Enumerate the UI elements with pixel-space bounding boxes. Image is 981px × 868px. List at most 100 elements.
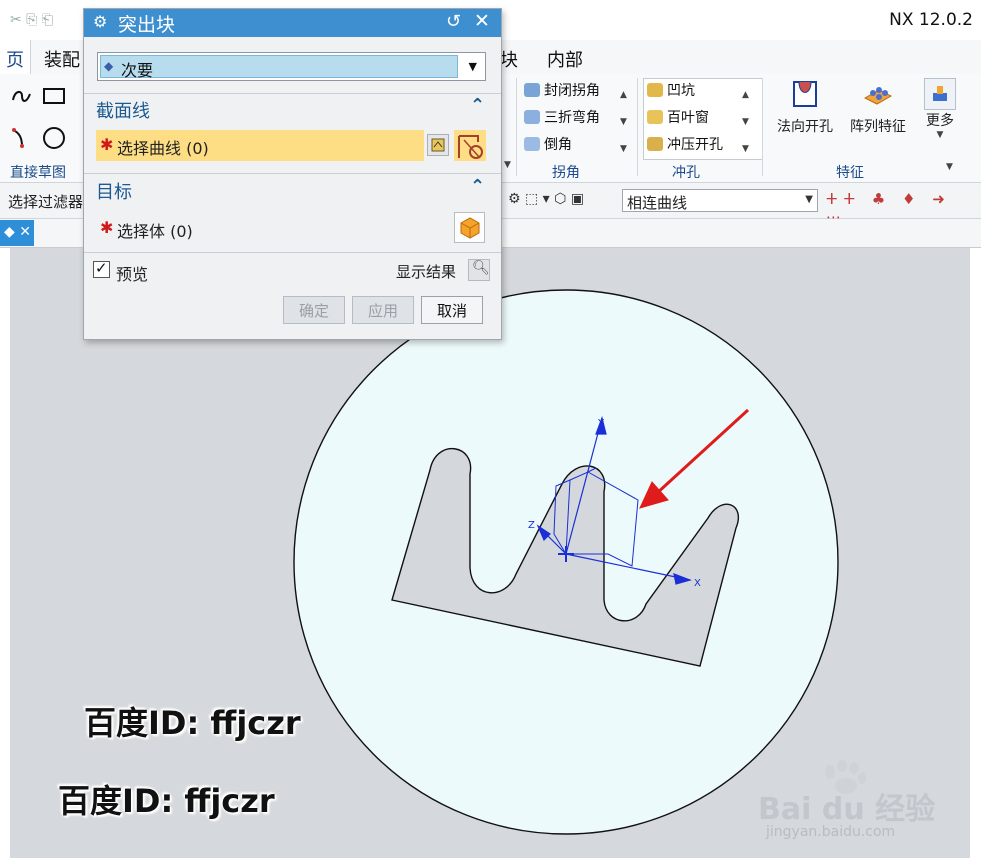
louver-icon	[647, 110, 663, 124]
brand-url: jingyan.baidu.com	[766, 824, 896, 840]
document-tab[interactable]: ◆ ✕	[0, 220, 34, 246]
chevron-down-icon: ▼	[805, 194, 813, 205]
dialog-title: 突出块	[118, 14, 176, 36]
preview-label: 预览	[116, 265, 149, 284]
required-marker: ✱	[100, 135, 114, 154]
select-body-label: 选择体 (0)	[117, 222, 193, 241]
sketch-tools[interactable]	[10, 84, 82, 158]
baidu-jingyan-logo: Bai du 经验 jingyan.baidu.com	[758, 760, 958, 850]
pattern-feature-button[interactable]: 阵列特征	[845, 78, 911, 136]
gear-icon: ⚙	[93, 12, 108, 31]
axis-label-x: X	[694, 578, 701, 589]
normal-cutout-icon	[793, 81, 817, 107]
chamfer-icon	[524, 137, 540, 151]
three-bend-corner-label: 三折弯角	[544, 110, 600, 126]
menu-assembly[interactable]: 装配	[44, 46, 80, 72]
brand-text: Bai du 经验	[758, 792, 936, 827]
chamfer-label: 倒角	[544, 137, 572, 153]
normal-cutout-button[interactable]: 法向开孔	[772, 78, 838, 136]
bottom-frame	[0, 858, 981, 868]
cancel-button[interactable]: 取消	[421, 296, 483, 324]
group-label-corner: 拐角	[552, 165, 580, 181]
app-title: NX 12.0.2	[889, 10, 973, 30]
dimple-label: 凹坑	[667, 83, 695, 99]
divider	[84, 252, 501, 253]
three-bend-corner-icon	[524, 110, 540, 124]
apply-button[interactable]: 应用	[352, 296, 414, 324]
menu-internal[interactable]: 内部	[547, 46, 583, 72]
extrude-block-dialog: ⚙ 突出块 ↺ ✕ ◆ 次要 ▼ 截面线 ⌃ ✱ 选择曲线 (0) 目标 ⌃ ✱…	[83, 8, 502, 340]
punch-scroll-icon[interactable]: ▲ ▼ ▼	[742, 82, 749, 163]
axis-label-z: Z	[528, 520, 535, 531]
select-curve-label: 选择曲线 (0)	[117, 139, 209, 158]
type-select-highlight: ◆ 次要	[100, 55, 458, 80]
more-label: 更多	[926, 113, 954, 129]
ribbon-options-icon[interactable]: ▼	[946, 162, 953, 172]
close-icon[interactable]: ✕	[474, 10, 490, 32]
chamfer-button[interactable]: 倒角	[524, 134, 572, 154]
menu-home[interactable]: 页	[6, 46, 24, 72]
section-header-section-curves[interactable]: 截面线	[96, 97, 150, 123]
curve-select-button[interactable]	[454, 130, 486, 161]
collapse-icon[interactable]: ⌃	[470, 176, 485, 197]
more-icon	[924, 78, 956, 110]
menu-block[interactable]: 块	[500, 46, 518, 72]
right-frame	[970, 248, 981, 858]
more-button[interactable]: 更多 ▼	[920, 78, 960, 140]
drawn-cutout-icon	[647, 137, 663, 151]
tab-close-icon[interactable]: ◆ ✕	[4, 224, 31, 240]
solid-body-icon	[460, 217, 480, 239]
curve-pick-icon	[458, 135, 483, 159]
ok-button[interactable]: 确定	[283, 296, 345, 324]
magnifier-icon: 🔍︎	[472, 260, 490, 276]
preview-checkbox[interactable]: ✓	[93, 259, 110, 278]
chevron-down-icon: ▼	[468, 60, 477, 73]
reset-icon[interactable]: ↺	[446, 11, 461, 32]
check-icon: ✓	[95, 259, 108, 277]
dimple-icon	[647, 83, 663, 97]
section-header-target[interactable]: 目标	[96, 178, 132, 204]
secondary-type-icon: ◆	[104, 59, 114, 73]
normal-cutout-label: 法向开孔	[777, 119, 833, 135]
closed-corner-icon	[524, 83, 540, 97]
select-curve-row[interactable]: ✱ 选择曲线 (0)	[96, 130, 424, 161]
select-body-row[interactable]: ✱ 选择体 (0)	[96, 213, 424, 243]
corner-scroll-icon[interactable]: ▲ ▼ ▼	[620, 82, 627, 163]
sketch-section-button[interactable]	[427, 134, 449, 156]
selection-mode-icons[interactable]: ⚙ ⬚ ▾ ⬡ ▣	[508, 191, 584, 207]
closed-corner-button[interactable]: 封闭拐角	[524, 80, 600, 100]
show-result-label: 显示结果	[396, 263, 457, 281]
required-marker: ✱	[100, 218, 114, 237]
closed-corner-label: 封闭拐角	[544, 83, 600, 99]
watermark-id-2: 百度ID: ffjczr	[58, 782, 275, 820]
group-label-punch: 冲孔	[672, 165, 700, 181]
divider	[84, 173, 501, 174]
axis-label-y: Y	[597, 418, 605, 429]
pattern-feature-icon	[863, 87, 893, 105]
group-label-feature: 特征	[836, 165, 864, 181]
divider	[84, 93, 501, 94]
drawn-cutout-label: 冲压开孔	[667, 137, 723, 153]
collapse-icon[interactable]: ⌃	[470, 95, 485, 116]
dropdown-arrow-icon[interactable]: ▼	[504, 160, 511, 170]
drawn-cutout-button[interactable]: 冲压开孔	[647, 134, 723, 154]
more-dropdown-icon: ▼	[936, 130, 944, 140]
louver-label: 百叶窗	[667, 110, 709, 126]
sketch-section-icon	[431, 138, 445, 152]
watermark-id-1: 百度ID: ffjczr	[84, 704, 301, 742]
three-bend-corner-button[interactable]: 三折弯角	[524, 107, 600, 127]
curve-rule-select[interactable]: 相连曲线 ▼	[622, 189, 818, 212]
show-result-button[interactable]: 🔍︎	[468, 259, 490, 281]
select-body-button[interactable]	[454, 212, 485, 243]
pattern-feature-label: 阵列特征	[850, 119, 906, 135]
type-select[interactable]: ◆ 次要 ▼	[97, 52, 486, 81]
dimple-button[interactable]: 凹坑	[647, 80, 695, 100]
dialog-title-bar[interactable]: ⚙ 突出块 ↺ ✕	[84, 9, 501, 37]
louver-button[interactable]: 百叶窗	[647, 107, 709, 127]
quick-access-icons[interactable]: ✂ ⎘ ⎗	[10, 12, 53, 28]
filter-label: 选择过滤器	[8, 193, 84, 211]
type-select-value: 次要	[121, 61, 154, 80]
group-label-direct-sketch: 直接草图	[10, 165, 66, 181]
curve-rule-value: 相连曲线	[627, 194, 688, 212]
left-frame	[0, 248, 10, 858]
